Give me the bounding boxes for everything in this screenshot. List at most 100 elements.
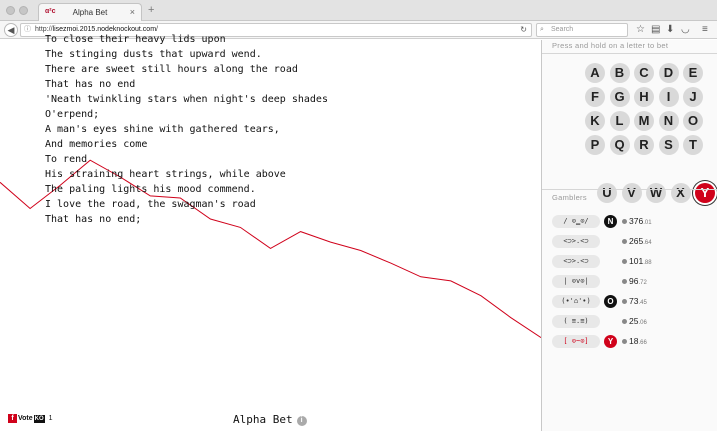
letter-i-button[interactable]: I xyxy=(658,87,679,107)
gambler-avatar: [ ⊙~⊙] xyxy=(552,335,600,348)
close-tab-icon[interactable]: × xyxy=(130,7,135,17)
gamblers-title: Gamblers xyxy=(552,193,587,202)
page-info-icon[interactable]: ⓘ xyxy=(24,24,31,36)
gambler-score: 101.88 xyxy=(629,256,652,266)
download-icon[interactable]: ⬇ xyxy=(666,23,674,36)
gambler-row: / ⊙▁⊙/ N 376.01 xyxy=(542,212,717,232)
letter-l-button[interactable]: L xyxy=(609,111,630,131)
reload-icon[interactable]: ↻ xyxy=(520,24,527,36)
gambler-avatar: (•'⌂'•) xyxy=(552,295,600,308)
letter-t-button[interactable]: T xyxy=(683,135,703,155)
letter-v-button[interactable]: V xyxy=(621,183,642,203)
gambler-row: | ⊙v⊙| 96.72 xyxy=(542,272,717,292)
tab-bar: α²c Alpha Bet × + xyxy=(0,0,717,21)
poem-line: That has no end xyxy=(45,79,136,90)
gambler-score-decimal: .72 xyxy=(638,280,647,286)
gambler-score-decimal: .45 xyxy=(638,300,647,306)
poem-line: The paling lights his mood commend. xyxy=(45,184,256,195)
tab-title: Alpha Bet xyxy=(72,8,108,17)
divider xyxy=(542,189,717,190)
gambler-score: 376.01 xyxy=(629,216,652,226)
poem-line: That has no end; xyxy=(45,214,142,225)
back-button[interactable]: ◀ xyxy=(4,23,18,37)
bet-hint: Press and hold on a letter to bet xyxy=(552,41,669,50)
letter-f-button[interactable]: F xyxy=(585,87,605,107)
letter-c-button[interactable]: C xyxy=(634,63,654,83)
letter-d-button[interactable]: D xyxy=(658,63,679,83)
coin-icon xyxy=(622,339,627,344)
letter-n-button[interactable]: N xyxy=(658,111,679,131)
coin-icon xyxy=(622,319,627,324)
close-window-button[interactable] xyxy=(6,6,15,15)
gambler-score: 25.06 xyxy=(629,316,647,326)
star-icon[interactable]: ☆ xyxy=(636,23,645,36)
tab-alpha-bet[interactable]: α²c Alpha Bet × xyxy=(38,3,142,21)
gambler-avatar: <⊃>.<⊃ xyxy=(552,255,600,268)
bet-panel: Press and hold on a letter to bet ABCDE F… xyxy=(541,40,717,431)
letter-e-button[interactable]: E xyxy=(683,63,703,83)
letter-o-button[interactable]: O xyxy=(683,111,703,131)
gambler-row: <⊃>.<⊃ 101.88 xyxy=(542,252,717,272)
poem-line: His straining heart strings, while above xyxy=(45,169,286,180)
letter-r-button[interactable]: R xyxy=(634,135,654,155)
letter-a-button[interactable]: A xyxy=(585,63,605,83)
new-tab-icon[interactable]: + xyxy=(148,4,154,16)
poem-line: A man's eyes shine with gathered tears, xyxy=(45,124,280,135)
footer-title: Alpha Bet i xyxy=(233,413,307,426)
letter-x-button[interactable]: X xyxy=(670,183,691,203)
gambler-bet-letter: O xyxy=(604,295,617,308)
letter-g-button[interactable]: G xyxy=(609,87,630,107)
poem-line: There are sweet still hours along the ro… xyxy=(45,64,298,75)
search-input[interactable]: ⌕ Search xyxy=(536,23,628,37)
letter-b-button[interactable]: B xyxy=(609,63,630,83)
gambler-score-integer: 265 xyxy=(629,236,644,246)
gambler-score-integer: 376 xyxy=(629,216,644,226)
gambler-avatar: / ⊙▁⊙/ xyxy=(552,215,600,228)
vote-label: Vote xyxy=(18,415,33,422)
poem-line: O'erpend; xyxy=(45,109,100,120)
gambler-row: <⊃>.<⊃ 265.64 xyxy=(542,232,717,252)
reading-list-icon[interactable]: ▤ xyxy=(651,23,660,36)
gambler-bet-letter: Y xyxy=(604,335,617,348)
gambler-bet-letter: N xyxy=(604,215,617,228)
vote-ko-badge[interactable]: f Vote KO 1 xyxy=(8,413,53,424)
letter-h-button[interactable]: H xyxy=(634,87,654,107)
letter-k-button[interactable]: K xyxy=(585,111,605,131)
poem-line: To rend xyxy=(45,154,88,165)
gambler-score: 265.64 xyxy=(629,236,652,246)
vote-flag-icon: f xyxy=(8,414,17,423)
gambler-avatar: <⊃>.<⊃ xyxy=(552,235,600,248)
coin-icon xyxy=(622,279,627,284)
menu-icon[interactable]: ≡ xyxy=(702,23,708,36)
gambler-row: [ ⊙~⊙] Y 18.66 xyxy=(542,332,717,352)
letter-q-button[interactable]: Q xyxy=(609,135,630,155)
info-icon[interactable]: i xyxy=(296,416,307,426)
gambler-avatar: ( ≡.≡) xyxy=(552,315,600,328)
coin-icon xyxy=(622,219,627,224)
vote-badge: KO xyxy=(33,414,45,423)
letter-j-button[interactable]: J xyxy=(683,87,703,107)
gambler-score: 18.66 xyxy=(629,336,647,346)
poem-line: I love the road, the swagman's road xyxy=(45,199,256,210)
letter-p-button[interactable]: P xyxy=(585,135,605,155)
letter-s-button[interactable]: S xyxy=(658,135,679,155)
minimize-window-button[interactable] xyxy=(19,6,28,15)
gambler-score-decimal: .06 xyxy=(638,320,647,326)
gambler-score-integer: 101 xyxy=(629,256,644,266)
letter-y-button[interactable]: Y xyxy=(695,183,715,203)
pocket-icon[interactable]: ◡ xyxy=(681,23,690,36)
gambler-avatar: | ⊙v⊙| xyxy=(552,275,600,288)
poem-line: 'Neath twinkling stars when night's deep… xyxy=(45,94,328,105)
letter-w-button[interactable]: W xyxy=(646,183,666,203)
letter-m-button[interactable]: M xyxy=(634,111,654,131)
poem-line: To close their heavy lids upon xyxy=(45,34,226,45)
search-icon: ⌕ xyxy=(540,26,544,33)
gambler-score-decimal: .64 xyxy=(643,240,652,246)
letter-u-button[interactable]: U xyxy=(597,183,617,203)
coin-icon xyxy=(622,259,627,264)
gambler-score-decimal: .66 xyxy=(638,340,647,346)
gambler-score: 96.72 xyxy=(629,276,647,286)
gambler-score: 73.45 xyxy=(629,296,647,306)
search-placeholder: Search xyxy=(551,26,574,33)
gambler-score-decimal: .01 xyxy=(643,220,652,226)
